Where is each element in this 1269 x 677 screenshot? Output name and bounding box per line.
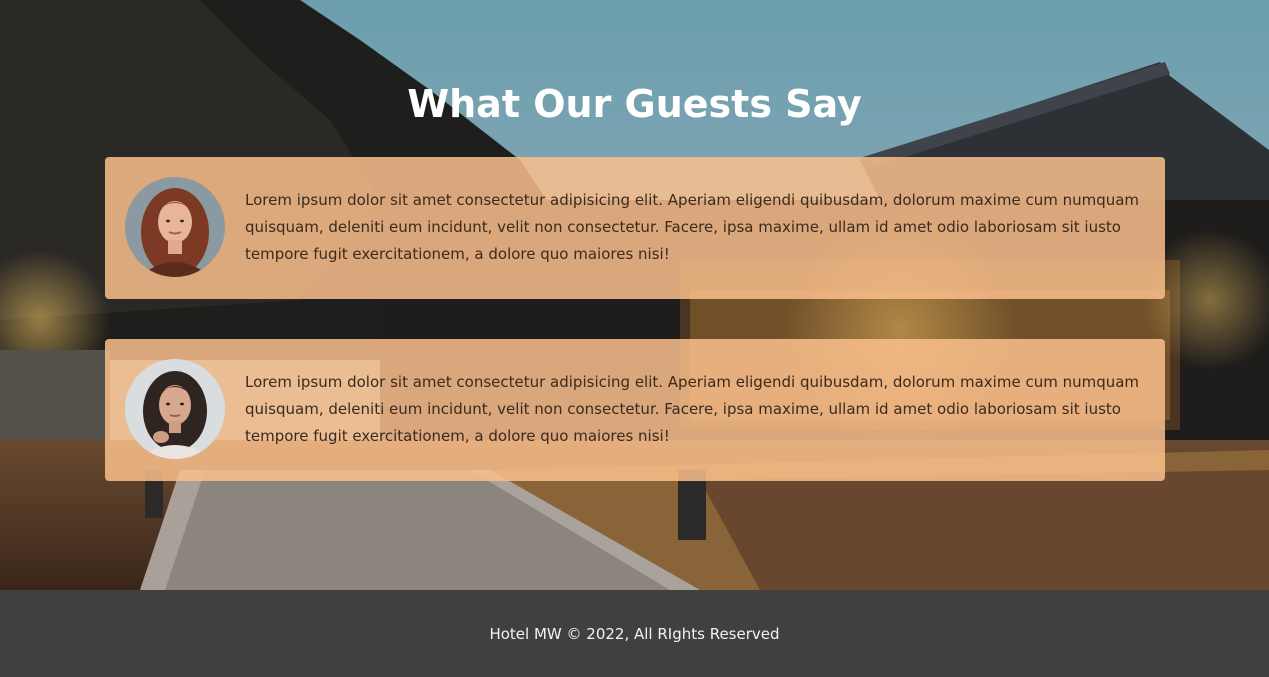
guest-avatar	[125, 359, 225, 459]
testimonial-card: Lorem ipsum dolor sit amet consectetur a…	[105, 157, 1165, 299]
guest-avatar	[125, 177, 225, 277]
footer-copyright: Hotel MW © 2022, All RIghts Reserved	[489, 624, 780, 643]
woman-red-hair-portrait-icon	[125, 177, 225, 277]
testimonial-text: Lorem ipsum dolor sit amet consectetur a…	[245, 191, 1140, 263]
testimonials-section: What Our Guests Say Lorem ipsum dolor si…	[0, 0, 1269, 590]
section-title: What Our Guests Say	[407, 82, 862, 126]
woman-dark-hair-portrait-icon	[125, 359, 225, 459]
testimonial-text: Lorem ipsum dolor sit amet consectetur a…	[245, 373, 1140, 445]
footer: Hotel MW © 2022, All RIghts Reserved	[0, 590, 1269, 677]
testimonial-card: Lorem ipsum dolor sit amet consectetur a…	[105, 339, 1165, 481]
